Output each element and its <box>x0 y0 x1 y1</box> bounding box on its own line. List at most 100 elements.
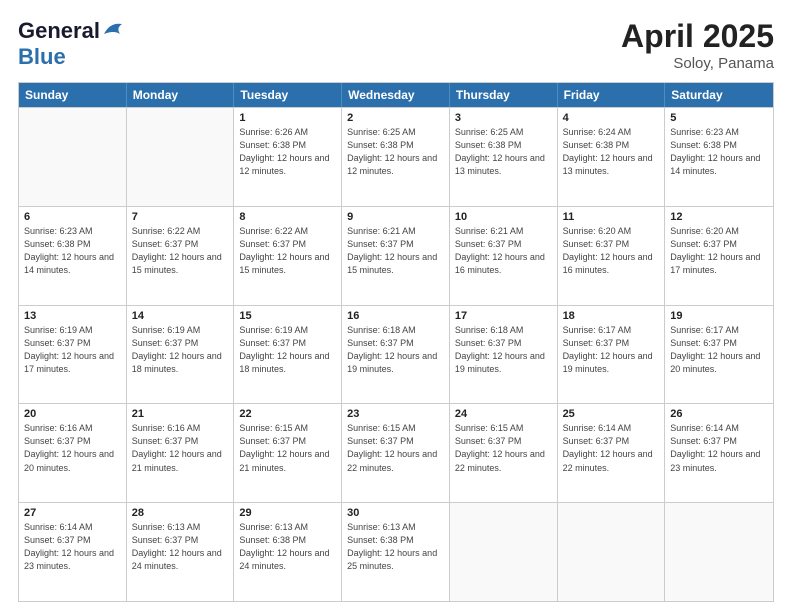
header-cell-tuesday: Tuesday <box>234 83 342 107</box>
day-number: 3 <box>455 112 552 124</box>
calendar-week-1: 1Sunrise: 6:26 AM Sunset: 6:38 PM Daylig… <box>19 107 773 206</box>
day-number: 8 <box>239 211 336 223</box>
day-number: 23 <box>347 408 444 420</box>
calendar-day-empty <box>558 503 666 601</box>
calendar-body: 1Sunrise: 6:26 AM Sunset: 6:38 PM Daylig… <box>19 107 773 601</box>
calendar-day-1: 1Sunrise: 6:26 AM Sunset: 6:38 PM Daylig… <box>234 108 342 206</box>
calendar-header-row: SundayMondayTuesdayWednesdayThursdayFrid… <box>19 83 773 107</box>
calendar-day-30: 30 Sunrise: 6:13 AM Sunset: 6:38 PM Dayli… <box>342 503 450 601</box>
day-info: Sunrise: 6:17 AM Sunset: 6:37 PM Dayligh… <box>563 324 660 376</box>
location-subtitle: Soloy, Panama <box>621 55 774 72</box>
header-cell-monday: Monday <box>127 83 235 107</box>
logo-line2: Blue <box>18 44 66 70</box>
day-info: Sunrise: 6:16 AM Sunset: 6:37 PM Dayligh… <box>24 422 121 474</box>
day-number: 25 <box>563 408 660 420</box>
day-info: Sunrise: 6:15 AM Sunset: 6:37 PM Dayligh… <box>239 422 336 474</box>
logo-blue: Blue <box>18 44 66 69</box>
day-number: 17 <box>455 310 552 322</box>
calendar-day-10: 10 Sunrise: 6:21 AM Sunset: 6:37 PM Dayli… <box>450 207 558 305</box>
day-number: 13 <box>24 310 121 322</box>
calendar-day-empty <box>127 108 235 206</box>
day-number: 12 <box>670 211 768 223</box>
day-number: 30 <box>347 507 444 519</box>
calendar-week-5: 27 Sunrise: 6:14 AM Sunset: 6:37 PM Dayli… <box>19 502 773 601</box>
day-info: Sunrise: 6:20 AM Sunset: 6:37 PM Dayligh… <box>563 225 660 277</box>
day-info: Sunrise: 6:25 AM Sunset: 6:38 PM Dayligh… <box>347 126 444 178</box>
logo-general: General <box>18 18 100 44</box>
day-info: Sunrise: 6:23 AM Sunset: 6:38 PM Dayligh… <box>670 126 768 178</box>
day-number: 1 <box>239 112 336 124</box>
calendar-day-14: 14 Sunrise: 6:19 AM Sunset: 6:37 PM Dayli… <box>127 306 235 404</box>
header-cell-thursday: Thursday <box>450 83 558 107</box>
day-info: Sunrise: 6:14 AM Sunset: 6:37 PM Dayligh… <box>563 422 660 474</box>
day-info: Sunrise: 6:20 AM Sunset: 6:37 PM Dayligh… <box>670 225 768 277</box>
day-info: Sunrise: 6:19 AM Sunset: 6:37 PM Dayligh… <box>132 324 229 376</box>
day-number: 28 <box>132 507 229 519</box>
day-number: 29 <box>239 507 336 519</box>
calendar-day-7: 7 Sunrise: 6:22 AM Sunset: 6:37 PM Daylig… <box>127 207 235 305</box>
day-info: Sunrise: 6:17 AM Sunset: 6:37 PM Dayligh… <box>670 324 768 376</box>
day-number: 19 <box>670 310 768 322</box>
day-number: 14 <box>132 310 229 322</box>
calendar-day-29: 29Sunrise: 6:13 AM Sunset: 6:38 PM Dayli… <box>234 503 342 601</box>
calendar-day-13: 13Sunrise: 6:19 AM Sunset: 6:37 PM Dayli… <box>19 306 127 404</box>
calendar-day-27: 27 Sunrise: 6:14 AM Sunset: 6:37 PM Dayli… <box>19 503 127 601</box>
day-info: Sunrise: 6:15 AM Sunset: 6:37 PM Dayligh… <box>455 422 552 474</box>
day-info: Sunrise: 6:22 AM Sunset: 6:37 PM Dayligh… <box>239 225 336 277</box>
header-cell-wednesday: Wednesday <box>342 83 450 107</box>
day-info: Sunrise: 6:22 AM Sunset: 6:37 PM Dayligh… <box>132 225 229 277</box>
day-info: Sunrise: 6:13 AM Sunset: 6:38 PM Dayligh… <box>347 521 444 573</box>
calendar-day-19: 19 Sunrise: 6:17 AM Sunset: 6:37 PM Dayli… <box>665 306 773 404</box>
day-info: Sunrise: 6:18 AM Sunset: 6:37 PM Dayligh… <box>455 324 552 376</box>
day-info: Sunrise: 6:21 AM Sunset: 6:37 PM Dayligh… <box>455 225 552 277</box>
calendar-day-empty <box>665 503 773 601</box>
day-number: 20 <box>24 408 121 420</box>
calendar-day-5: 5Sunrise: 6:23 AM Sunset: 6:38 PM Daylig… <box>665 108 773 206</box>
calendar-day-8: 8 Sunrise: 6:22 AM Sunset: 6:37 PM Daylig… <box>234 207 342 305</box>
header-cell-friday: Friday <box>558 83 666 107</box>
day-number: 15 <box>239 310 336 322</box>
calendar-week-3: 13 Sunrise: 6:19 AM Sunset: 6:37 PM Dayli… <box>19 305 773 404</box>
day-number: 7 <box>132 211 229 223</box>
day-number: 27 <box>24 507 121 519</box>
day-number: 11 <box>563 211 660 223</box>
day-number: 10 <box>455 211 552 223</box>
calendar-day-6: 6Sunrise: 6:23 AM Sunset: 6:38 PM Daylig… <box>19 207 127 305</box>
day-info: Sunrise: 6:16 AM Sunset: 6:37 PM Dayligh… <box>132 422 229 474</box>
calendar-day-15: 15 Sunrise: 6:19 AM Sunset: 6:37 PM Dayli… <box>234 306 342 404</box>
logo-bird-icon <box>102 20 124 38</box>
calendar-day-4: 4Sunrise: 6:24 AM Sunset: 6:38 PM Daylig… <box>558 108 666 206</box>
day-number: 21 <box>132 408 229 420</box>
day-number: 22 <box>239 408 336 420</box>
header-cell-sunday: Sunday <box>19 83 127 107</box>
day-number: 16 <box>347 310 444 322</box>
calendar: SundayMondayTuesdayWednesdayThursdayFrid… <box>18 82 774 602</box>
calendar-day-12: 12 Sunrise: 6:20 AM Sunset: 6:37 PM Dayli… <box>665 207 773 305</box>
calendar-day-9: 9 Sunrise: 6:21 AM Sunset: 6:37 PM Daylig… <box>342 207 450 305</box>
day-number: 24 <box>455 408 552 420</box>
day-number: 6 <box>24 211 121 223</box>
calendar-day-17: 17 Sunrise: 6:18 AM Sunset: 6:37 PM Dayli… <box>450 306 558 404</box>
calendar-day-empty <box>450 503 558 601</box>
calendar-day-23: 23 Sunrise: 6:15 AM Sunset: 6:37 PM Dayli… <box>342 404 450 502</box>
calendar-day-2: 2Sunrise: 6:25 AM Sunset: 6:38 PM Daylig… <box>342 108 450 206</box>
calendar-day-16: 16 Sunrise: 6:18 AM Sunset: 6:37 PM Dayli… <box>342 306 450 404</box>
calendar-day-22: 22 Sunrise: 6:15 AM Sunset: 6:37 PM Dayli… <box>234 404 342 502</box>
calendar-day-3: 3Sunrise: 6:25 AM Sunset: 6:38 PM Daylig… <box>450 108 558 206</box>
day-info: Sunrise: 6:14 AM Sunset: 6:37 PM Dayligh… <box>24 521 121 573</box>
day-info: Sunrise: 6:19 AM Sunset: 6:37 PM Dayligh… <box>239 324 336 376</box>
calendar-day-empty <box>19 108 127 206</box>
day-number: 9 <box>347 211 444 223</box>
calendar-day-26: 26Sunrise: 6:14 AM Sunset: 6:37 PM Dayli… <box>665 404 773 502</box>
logo: General Blue <box>18 18 124 70</box>
day-info: Sunrise: 6:18 AM Sunset: 6:37 PM Dayligh… <box>347 324 444 376</box>
day-info: Sunrise: 6:15 AM Sunset: 6:37 PM Dayligh… <box>347 422 444 474</box>
day-info: Sunrise: 6:14 AM Sunset: 6:37 PM Dayligh… <box>670 422 768 474</box>
month-title: April 2025 <box>621 18 774 55</box>
day-number: 18 <box>563 310 660 322</box>
calendar-week-2: 6Sunrise: 6:23 AM Sunset: 6:38 PM Daylig… <box>19 206 773 305</box>
calendar-day-28: 28Sunrise: 6:13 AM Sunset: 6:37 PM Dayli… <box>127 503 235 601</box>
header-cell-saturday: Saturday <box>665 83 773 107</box>
day-info: Sunrise: 6:21 AM Sunset: 6:37 PM Dayligh… <box>347 225 444 277</box>
calendar-day-25: 25 Sunrise: 6:14 AM Sunset: 6:37 PM Dayli… <box>558 404 666 502</box>
